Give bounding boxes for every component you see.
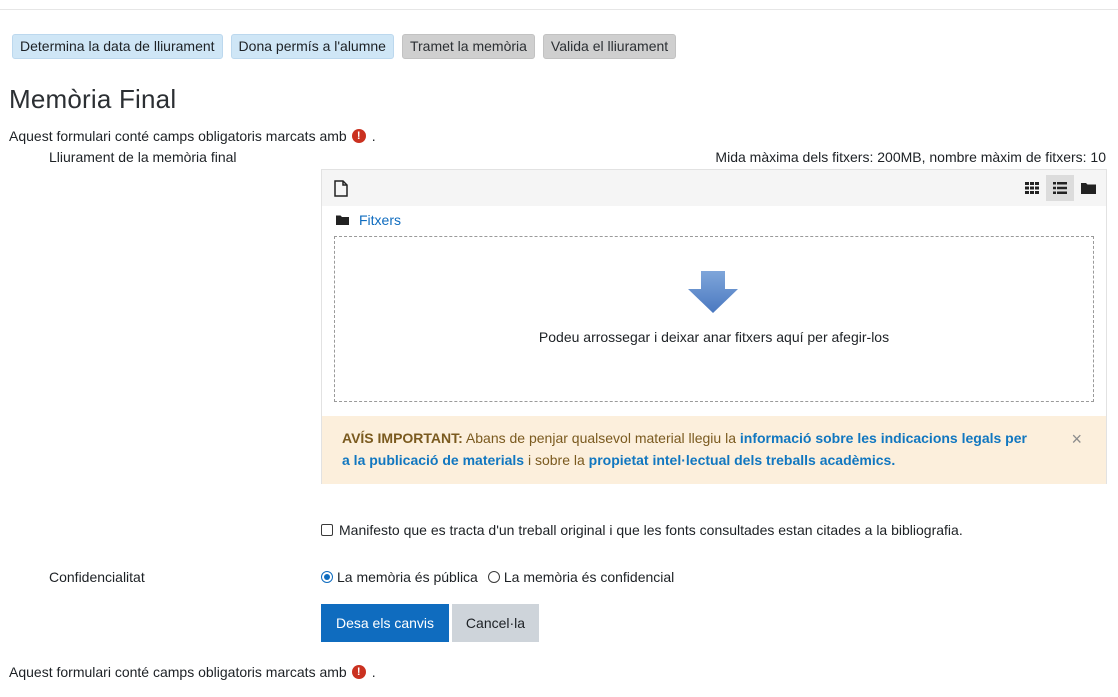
required-note-text: Aquest formulari conté camps obligatoris… <box>9 128 347 144</box>
intellectual-property-link[interactable]: propietat intel·lectual dels treballs ac… <box>589 452 896 468</box>
originality-checkbox[interactable] <box>321 524 333 536</box>
radio-public[interactable] <box>321 571 333 583</box>
top-divider <box>0 9 1118 10</box>
radio-public-label: La memòria és pública <box>337 569 478 585</box>
list-view-icon[interactable] <box>1046 175 1074 201</box>
folder-link-files[interactable]: Fitxers <box>359 212 401 228</box>
upload-limits: Mida màxima dels fitxers: 200MB, nombre … <box>715 149 1106 165</box>
step-grant-permission[interactable]: Dona permís a l'alumne <box>230 34 394 59</box>
required-note-suffix-bottom: . <box>371 664 376 680</box>
file-dropzone[interactable]: Podeu arrossegar i deixar anar fitxers a… <box>334 236 1094 402</box>
tree-view-icon[interactable] <box>1074 175 1102 201</box>
drop-arrow-icon <box>688 271 738 316</box>
save-button[interactable]: Desa els canvis <box>321 604 449 642</box>
page-title: Memòria Final <box>9 84 177 114</box>
upload-field-label: Lliurament de la memòria final <box>49 149 237 165</box>
required-icon: ! <box>351 129 366 143</box>
workflow-steps: Determina la data de lliurament Dona per… <box>12 34 677 59</box>
file-path-breadcrumb: Fitxers <box>336 212 401 228</box>
view-switcher <box>1018 175 1102 201</box>
required-fields-note: Aquest formulari conté camps obligatoris… <box>9 128 376 144</box>
file-picker-toolbar <box>322 170 1106 206</box>
add-file-icon[interactable] <box>330 177 352 199</box>
cancel-button[interactable]: Cancel·la <box>452 604 539 642</box>
step-validate-delivery: Valida el lliurament <box>542 34 677 59</box>
required-note-text-bottom: Aquest formulari conté camps obligatoris… <box>9 664 347 680</box>
alert-text-1: Abans de penjar qualsevol material llegi… <box>462 430 740 446</box>
grid-view-icon[interactable] <box>1018 175 1046 201</box>
legal-notice-alert: AVÍS IMPORTANT: Abans de penjar qualsevo… <box>322 416 1106 484</box>
required-icon-bottom: ! <box>351 665 366 679</box>
file-picker: Fitxers Podeu arrossegar i deixar anar f… <box>321 169 1107 484</box>
dropzone-text: Podeu arrossegar i deixar anar fitxers a… <box>538 329 890 345</box>
required-note-suffix: . <box>371 128 376 144</box>
close-icon[interactable]: × <box>1071 428 1082 450</box>
alert-text-2: i sobre la <box>524 452 589 468</box>
confidentiality-label: Confidencialitat <box>49 569 145 585</box>
folder-icon <box>336 212 349 228</box>
originality-checkbox-row[interactable]: Manifesto que es tracta d'un treball ori… <box>321 522 963 538</box>
radio-confidential[interactable] <box>487 571 500 583</box>
radio-confidential-label: La memòria és confidencial <box>503 569 675 585</box>
confidentiality-options: La memòria és pública La memòria és conf… <box>321 569 674 585</box>
originality-checkbox-label: Manifesto que es tracta d'un treball ori… <box>339 522 963 538</box>
step-submit-memory: Tramet la memòria <box>401 34 535 59</box>
required-fields-note-bottom: Aquest formulari conté camps obligatoris… <box>9 664 376 680</box>
alert-title: AVÍS IMPORTANT: <box>342 430 463 446</box>
step-set-delivery-date[interactable]: Determina la data de lliurament <box>12 34 223 59</box>
